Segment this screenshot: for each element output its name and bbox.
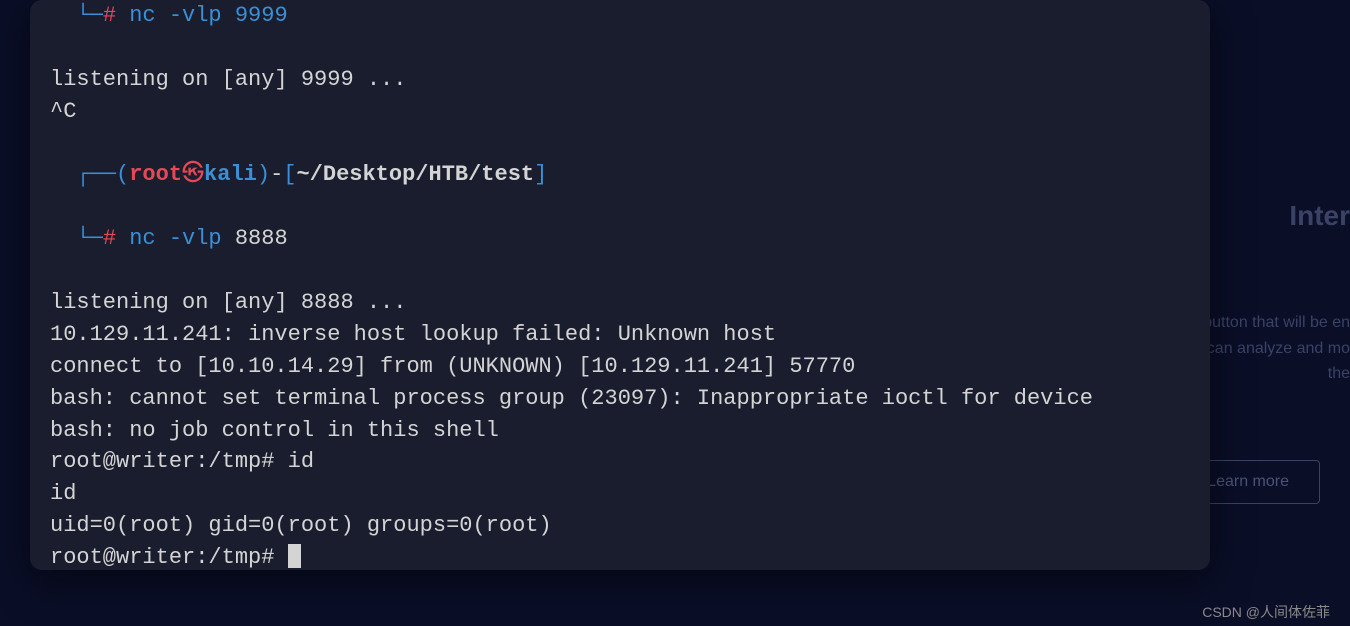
command-nc-2: nc -vlp [129, 226, 221, 251]
prompt-path: ~/Desktop/HTB/test [296, 162, 534, 187]
skull-icon: ㉿ [182, 162, 204, 187]
prompt-hash: # [103, 3, 129, 28]
box-drawing-top: ┌── [50, 162, 116, 187]
bg-desc-1: A button that will be en [1189, 314, 1350, 331]
command-nc-1: nc -vlp [129, 3, 221, 28]
background-title: Inter [1289, 200, 1350, 232]
output-ctrl-c: ^C [50, 99, 76, 124]
output-bash-ioctl: bash: cannot set terminal process group … [50, 386, 1093, 411]
output-id-echo: id [50, 481, 76, 506]
bg-desc-3: the [1328, 365, 1350, 382]
output-writer-prompt-id: root@writer:/tmp# id [50, 449, 314, 474]
terminal-window[interactable]: └─# nc -vlp 9999 listening on [any] 9999… [30, 0, 1210, 570]
output-bash-job: bash: no job control in this shell [50, 418, 499, 443]
output-listening-8888: listening on [any] 8888 ... [50, 290, 406, 315]
watermark: CSDN @人间体佐菲 [1202, 602, 1330, 622]
output-connect: connect to [10.10.14.29] from (UNKNOWN) … [50, 354, 855, 379]
output-inverse-lookup: 10.129.11.241: inverse host lookup faile… [50, 322, 776, 347]
prompt-host: kali [204, 162, 257, 187]
terminal-content[interactable]: └─# nc -vlp 9999 listening on [any] 9999… [50, 0, 1190, 570]
output-writer-prompt: root@writer:/tmp# [50, 545, 288, 570]
port-8888: 8888 [235, 226, 288, 251]
port-9999: 9999 [235, 3, 288, 28]
prompt-hash-2: # [103, 226, 129, 251]
box-drawing-bottom: └─ [50, 226, 103, 251]
output-id-result: uid=0(root) gid=0(root) groups=0(root) [50, 513, 552, 538]
prompt-user: root [129, 162, 182, 187]
box-drawing: └─ [50, 3, 103, 28]
cursor [288, 544, 301, 568]
output-listening-9999: listening on [any] 9999 ... [50, 67, 406, 92]
